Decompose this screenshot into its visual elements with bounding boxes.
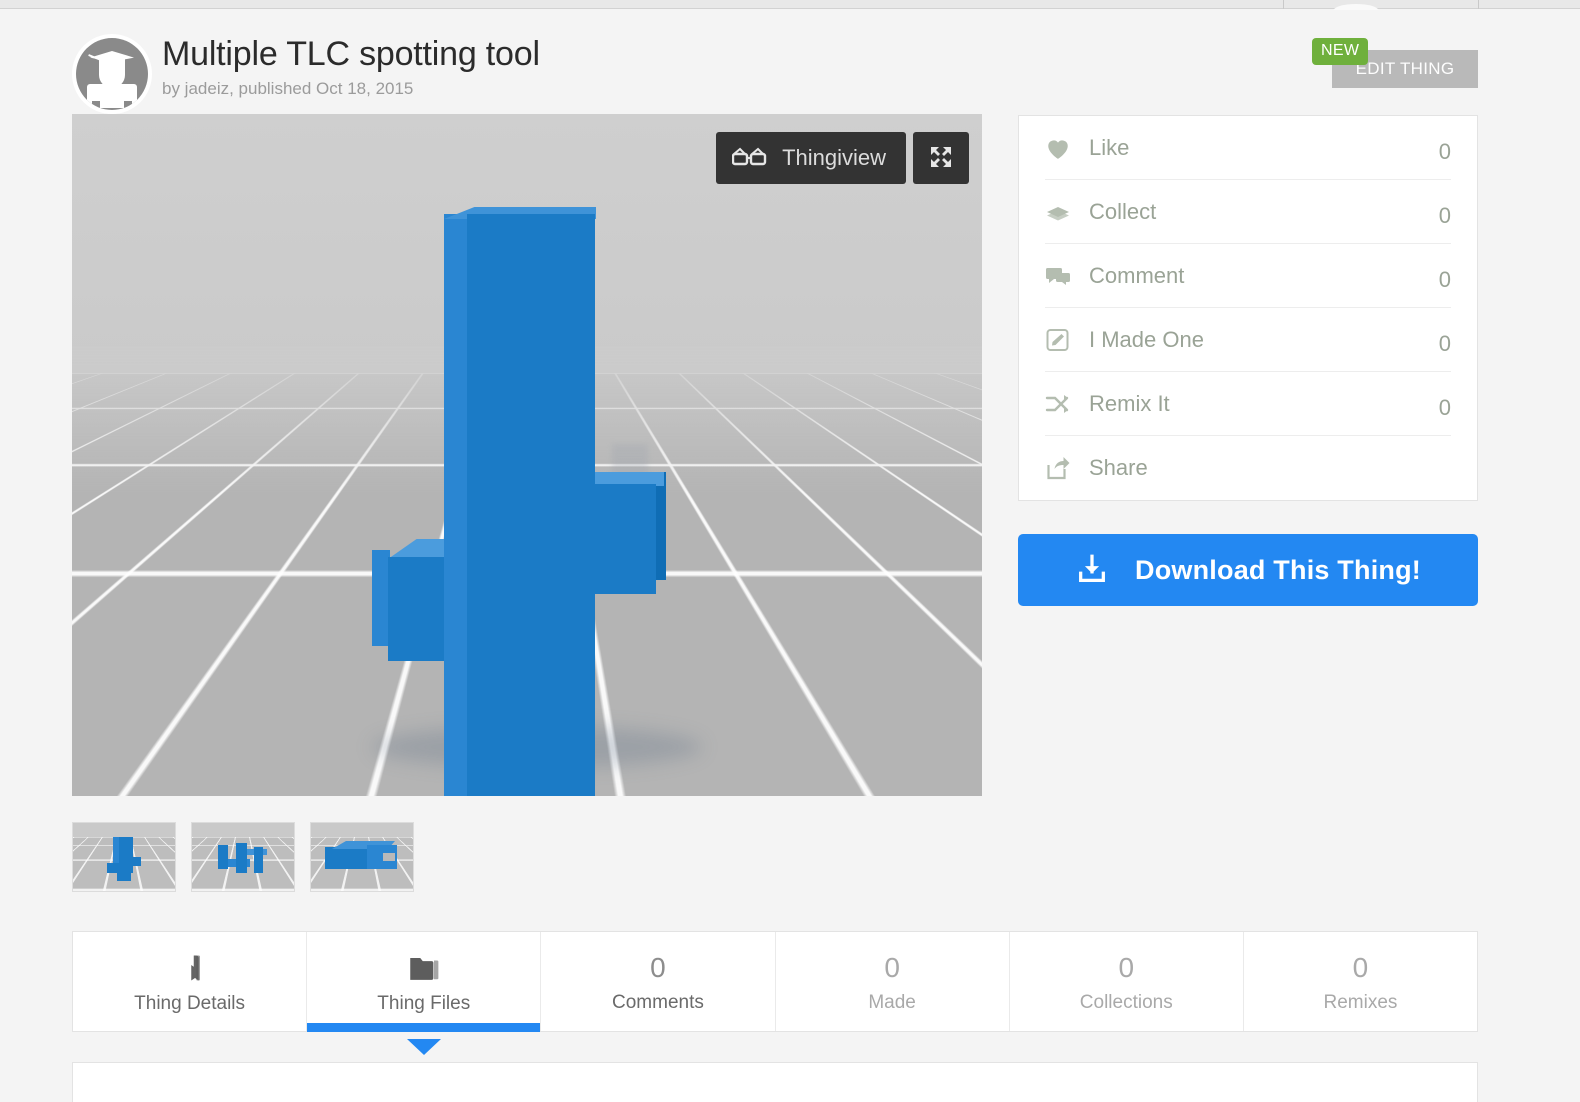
files-content-panel — [72, 1062, 1478, 1102]
thumbnail-1[interactable] — [72, 822, 176, 892]
page-title: Multiple TLC spotting tool — [162, 34, 540, 74]
active-tab-indicator — [307, 1023, 540, 1032]
action-comment[interactable]: Comment 0 — [1045, 244, 1451, 308]
action-i-made-one[interactable]: I Made One 0 — [1045, 308, 1451, 372]
action-remix-it[interactable]: Remix It 0 — [1045, 372, 1451, 436]
action-label: Comment — [1089, 263, 1421, 289]
tab-comments[interactable]: 0 Comments — [541, 932, 775, 1031]
avatar[interactable] — [72, 34, 152, 114]
tab-count: 0 — [650, 954, 666, 982]
action-count: 0 — [1421, 323, 1451, 357]
action-like[interactable]: Like 0 — [1045, 116, 1451, 180]
thing-page: Multiple TLC spotting tool by jadeiz, pu… — [0, 10, 1580, 1080]
action-collect[interactable]: Collect 0 — [1045, 180, 1451, 244]
browser-tab-divider — [1283, 0, 1284, 9]
action-label: Share — [1089, 455, 1421, 481]
tab-remixes[interactable]: 0 Remixes — [1244, 932, 1477, 1031]
tab-collections[interactable]: 0 Collections — [1010, 932, 1244, 1031]
shuffle-icon — [1045, 393, 1089, 415]
thumbnail-strip — [72, 822, 414, 892]
tab-bar: Thing Details Thing Files 0 Comments 0 M… — [72, 931, 1478, 1032]
comment-icon — [1045, 265, 1089, 287]
download-label: Download This Thing! — [1135, 555, 1421, 586]
book-bookmark-icon — [175, 953, 205, 983]
download-this-thing-button[interactable]: Download This Thing! — [1018, 534, 1478, 606]
model-render — [72, 114, 982, 796]
action-label: Like — [1089, 135, 1421, 161]
fullscreen-button[interactable] — [913, 132, 969, 184]
share-icon — [1045, 456, 1089, 480]
thingiview-label: Thingiview — [782, 145, 886, 171]
new-badge: NEW — [1312, 38, 1368, 65]
tab-thing-files[interactable]: Thing Files — [307, 932, 541, 1031]
active-tab-arrow — [407, 1039, 441, 1055]
pencil-square-icon — [1045, 328, 1089, 352]
action-label: Collect — [1089, 199, 1421, 225]
actions-panel: Like 0 Collect 0 Comment 0 I Made One 0 … — [1018, 115, 1478, 501]
thingiview-toggle-button[interactable]: Thingiview — [716, 132, 906, 184]
tab-label: Thing Files — [377, 993, 470, 1015]
avatar-graduate-icon — [76, 38, 148, 110]
viewer-controls: Thingiview — [716, 132, 969, 184]
tab-count: 0 — [884, 954, 900, 982]
tab-label: Collections — [1080, 992, 1173, 1014]
3d-glasses-icon — [732, 147, 768, 170]
tab-count: 0 — [1353, 954, 1369, 982]
heart-icon — [1045, 136, 1089, 160]
action-label: Remix It — [1089, 391, 1421, 417]
action-count: 0 — [1421, 259, 1451, 293]
viewer-scene — [72, 114, 982, 796]
tab-made[interactable]: 0 Made — [776, 932, 1010, 1031]
action-count: 0 — [1421, 387, 1451, 421]
tab-label: Comments — [612, 992, 704, 1014]
title-block: Multiple TLC spotting tool by jadeiz, pu… — [162, 34, 540, 99]
action-count: 0 — [1421, 195, 1451, 229]
browser-tab-divider — [1478, 0, 1479, 9]
page-header: Multiple TLC spotting tool by jadeiz, pu… — [72, 20, 1478, 116]
browser-tab-strip — [0, 0, 1580, 9]
thumbnail-2[interactable] — [191, 822, 295, 892]
tab-thing-details[interactable]: Thing Details — [73, 932, 307, 1031]
download-icon — [1075, 552, 1109, 589]
action-count: 0 — [1421, 131, 1451, 165]
tab-label: Thing Details — [134, 993, 245, 1015]
tab-count: 0 — [1118, 954, 1134, 982]
tab-label: Made — [868, 992, 916, 1014]
fullscreen-expand-icon — [929, 145, 953, 172]
books-icon — [1045, 201, 1089, 223]
thing-3d-viewer[interactable]: Thingiview — [72, 114, 982, 796]
action-label: I Made One — [1089, 327, 1421, 353]
tab-label: Remixes — [1323, 992, 1397, 1014]
byline: by jadeiz, published Oct 18, 2015 — [162, 79, 540, 99]
action-share[interactable]: Share — [1045, 436, 1451, 500]
thumbnail-3[interactable] — [310, 822, 414, 892]
action-count — [1421, 464, 1451, 472]
folder-icon — [409, 953, 439, 983]
